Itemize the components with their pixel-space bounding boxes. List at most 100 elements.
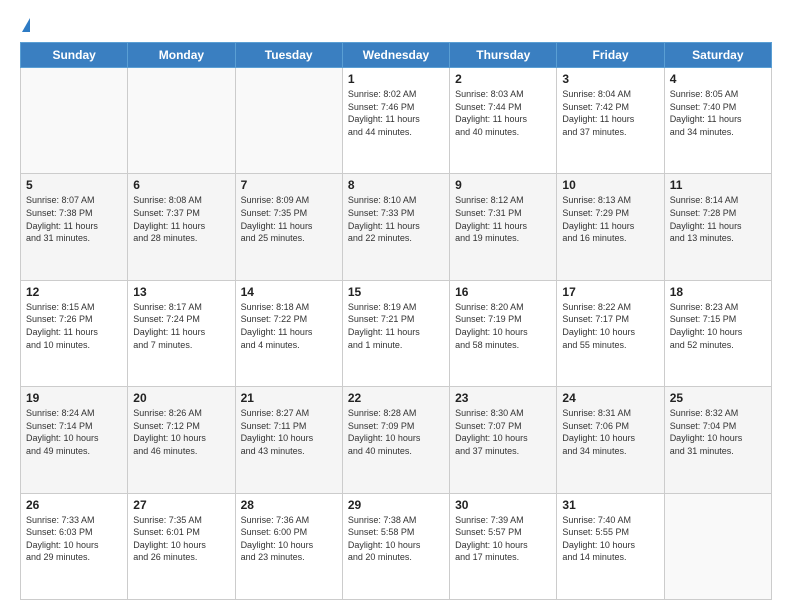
calendar-header-saturday: Saturday: [664, 43, 771, 68]
header: [20, 18, 772, 32]
calendar-cell: 1 Sunrise: 8:02 AM Sunset: 7:46 PM Daylig…: [342, 68, 449, 174]
calendar-cell: 24Sunrise: 8:31 AM Sunset: 7:06 PM Dayli…: [557, 387, 664, 493]
day-number: 14: [241, 285, 337, 299]
day-number: 15: [348, 285, 444, 299]
calendar-cell: 14 Sunrise: 8:18 AM Sunset: 7:22 PM Dayli…: [235, 280, 342, 386]
calendar-cell: 18Sunrise: 8:23 AM Sunset: 7:15 PM Dayli…: [664, 280, 771, 386]
calendar-cell: 13 Sunrise: 8:17 AM Sunset: 7:24 PM Dayli…: [128, 280, 235, 386]
calendar-cell: [21, 68, 128, 174]
calendar-cell: 12 Sunrise: 8:15 AM Sunset: 7:26 PM Dayli…: [21, 280, 128, 386]
day-number: 16: [455, 285, 551, 299]
calendar-cell: 17 Sunrise: 8:22 AM Sunset: 7:17 PM Dayli…: [557, 280, 664, 386]
day-number: 7: [241, 178, 337, 192]
day-info: Sunrise: 7:39 AM Sunset: 5:57 PM Dayligh…: [455, 514, 551, 564]
calendar-cell: 21 Sunrise: 8:27 AM Sunset: 7:11 PM Dayli…: [235, 387, 342, 493]
calendar-week-1: 1 Sunrise: 8:02 AM Sunset: 7:46 PM Daylig…: [21, 68, 772, 174]
day-number: 3: [562, 72, 658, 86]
day-number: 5: [26, 178, 122, 192]
day-info: Sunrise: 8:28 AM Sunset: 7:09 PM Dayligh…: [348, 407, 444, 457]
day-number: 27: [133, 498, 229, 512]
calendar-header-wednesday: Wednesday: [342, 43, 449, 68]
day-info: Sunrise: 8:30 AM Sunset: 7:07 PM Dayligh…: [455, 407, 551, 457]
day-number: 21: [241, 391, 337, 405]
day-number: 1: [348, 72, 444, 86]
day-info: Sunrise: 8:14 AM Sunset: 7:28 PM Dayligh…: [670, 194, 766, 244]
calendar-cell: 22 Sunrise: 8:28 AM Sunset: 7:09 PM Dayli…: [342, 387, 449, 493]
day-number: 22: [348, 391, 444, 405]
day-info: Sunrise: 8:18 AM Sunset: 7:22 PM Dayligh…: [241, 301, 337, 351]
calendar-header-tuesday: Tuesday: [235, 43, 342, 68]
day-info: Sunrise: 8:12 AM Sunset: 7:31 PM Dayligh…: [455, 194, 551, 244]
calendar-cell: 6 Sunrise: 8:08 AM Sunset: 7:37 PM Daylig…: [128, 174, 235, 280]
day-info: Sunrise: 8:02 AM Sunset: 7:46 PM Dayligh…: [348, 88, 444, 138]
calendar-week-3: 12 Sunrise: 8:15 AM Sunset: 7:26 PM Dayli…: [21, 280, 772, 386]
calendar-week-2: 5 Sunrise: 8:07 AM Sunset: 7:38 PM Daylig…: [21, 174, 772, 280]
day-info: Sunrise: 7:33 AM Sunset: 6:03 PM Dayligh…: [26, 514, 122, 564]
day-number: 12: [26, 285, 122, 299]
day-info: Sunrise: 8:22 AM Sunset: 7:17 PM Dayligh…: [562, 301, 658, 351]
day-info: Sunrise: 8:17 AM Sunset: 7:24 PM Dayligh…: [133, 301, 229, 351]
day-info: Sunrise: 8:26 AM Sunset: 7:12 PM Dayligh…: [133, 407, 229, 457]
calendar-body: 1 Sunrise: 8:02 AM Sunset: 7:46 PM Daylig…: [21, 68, 772, 600]
calendar-cell: 15 Sunrise: 8:19 AM Sunset: 7:21 PM Dayli…: [342, 280, 449, 386]
day-number: 6: [133, 178, 229, 192]
calendar-cell: 27Sunrise: 7:35 AM Sunset: 6:01 PM Dayli…: [128, 493, 235, 599]
day-info: Sunrise: 8:27 AM Sunset: 7:11 PM Dayligh…: [241, 407, 337, 457]
day-number: 19: [26, 391, 122, 405]
day-info: Sunrise: 8:15 AM Sunset: 7:26 PM Dayligh…: [26, 301, 122, 351]
calendar-cell: [235, 68, 342, 174]
calendar-cell: 2 Sunrise: 8:03 AM Sunset: 7:44 PM Daylig…: [450, 68, 557, 174]
day-info: Sunrise: 8:09 AM Sunset: 7:35 PM Dayligh…: [241, 194, 337, 244]
day-number: 2: [455, 72, 551, 86]
day-info: Sunrise: 8:10 AM Sunset: 7:33 PM Dayligh…: [348, 194, 444, 244]
calendar-cell: 5 Sunrise: 8:07 AM Sunset: 7:38 PM Daylig…: [21, 174, 128, 280]
calendar-cell: 29 Sunrise: 7:38 AM Sunset: 5:58 PM Dayli…: [342, 493, 449, 599]
day-info: Sunrise: 8:24 AM Sunset: 7:14 PM Dayligh…: [26, 407, 122, 457]
day-number: 30: [455, 498, 551, 512]
day-number: 24: [562, 391, 658, 405]
calendar-cell: 4Sunrise: 8:05 AM Sunset: 7:40 PM Daylig…: [664, 68, 771, 174]
calendar-cell: 25 Sunrise: 8:32 AM Sunset: 7:04 PM Dayli…: [664, 387, 771, 493]
day-number: 25: [670, 391, 766, 405]
calendar-cell: 23 Sunrise: 8:30 AM Sunset: 7:07 PM Dayli…: [450, 387, 557, 493]
calendar-cell: [128, 68, 235, 174]
day-info: Sunrise: 8:20 AM Sunset: 7:19 PM Dayligh…: [455, 301, 551, 351]
day-number: 10: [562, 178, 658, 192]
calendar-cell: 3 Sunrise: 8:04 AM Sunset: 7:42 PM Daylig…: [557, 68, 664, 174]
calendar-cell: 10Sunrise: 8:13 AM Sunset: 7:29 PM Dayli…: [557, 174, 664, 280]
calendar-header-friday: Friday: [557, 43, 664, 68]
calendar-week-4: 19 Sunrise: 8:24 AM Sunset: 7:14 PM Dayli…: [21, 387, 772, 493]
logo: [20, 18, 30, 32]
day-number: 23: [455, 391, 551, 405]
day-number: 8: [348, 178, 444, 192]
calendar-cell: 9 Sunrise: 8:12 AM Sunset: 7:31 PM Daylig…: [450, 174, 557, 280]
day-info: Sunrise: 8:32 AM Sunset: 7:04 PM Dayligh…: [670, 407, 766, 457]
day-number: 29: [348, 498, 444, 512]
calendar-cell: 30 Sunrise: 7:39 AM Sunset: 5:57 PM Dayli…: [450, 493, 557, 599]
calendar-cell: 16 Sunrise: 8:20 AM Sunset: 7:19 PM Dayli…: [450, 280, 557, 386]
calendar-cell: 8 Sunrise: 8:10 AM Sunset: 7:33 PM Daylig…: [342, 174, 449, 280]
day-info: Sunrise: 8:04 AM Sunset: 7:42 PM Dayligh…: [562, 88, 658, 138]
calendar-header-row: SundayMondayTuesdayWednesdayThursdayFrid…: [21, 43, 772, 68]
day-number: 31: [562, 498, 658, 512]
calendar-cell: 28Sunrise: 7:36 AM Sunset: 6:00 PM Dayli…: [235, 493, 342, 599]
day-number: 11: [670, 178, 766, 192]
logo-triangle-icon: [22, 18, 30, 32]
day-info: Sunrise: 8:19 AM Sunset: 7:21 PM Dayligh…: [348, 301, 444, 351]
calendar-week-5: 26Sunrise: 7:33 AM Sunset: 6:03 PM Dayli…: [21, 493, 772, 599]
day-info: Sunrise: 8:08 AM Sunset: 7:37 PM Dayligh…: [133, 194, 229, 244]
calendar-cell: 11 Sunrise: 8:14 AM Sunset: 7:28 PM Dayli…: [664, 174, 771, 280]
calendar-header-thursday: Thursday: [450, 43, 557, 68]
day-info: Sunrise: 7:36 AM Sunset: 6:00 PM Dayligh…: [241, 514, 337, 564]
calendar-cell: [664, 493, 771, 599]
day-info: Sunrise: 7:40 AM Sunset: 5:55 PM Dayligh…: [562, 514, 658, 564]
day-number: 9: [455, 178, 551, 192]
day-info: Sunrise: 8:05 AM Sunset: 7:40 PM Dayligh…: [670, 88, 766, 138]
page: SundayMondayTuesdayWednesdayThursdayFrid…: [0, 0, 792, 612]
day-number: 18: [670, 285, 766, 299]
day-number: 13: [133, 285, 229, 299]
day-info: Sunrise: 8:07 AM Sunset: 7:38 PM Dayligh…: [26, 194, 122, 244]
day-info: Sunrise: 8:03 AM Sunset: 7:44 PM Dayligh…: [455, 88, 551, 138]
day-info: Sunrise: 7:38 AM Sunset: 5:58 PM Dayligh…: [348, 514, 444, 564]
day-number: 17: [562, 285, 658, 299]
